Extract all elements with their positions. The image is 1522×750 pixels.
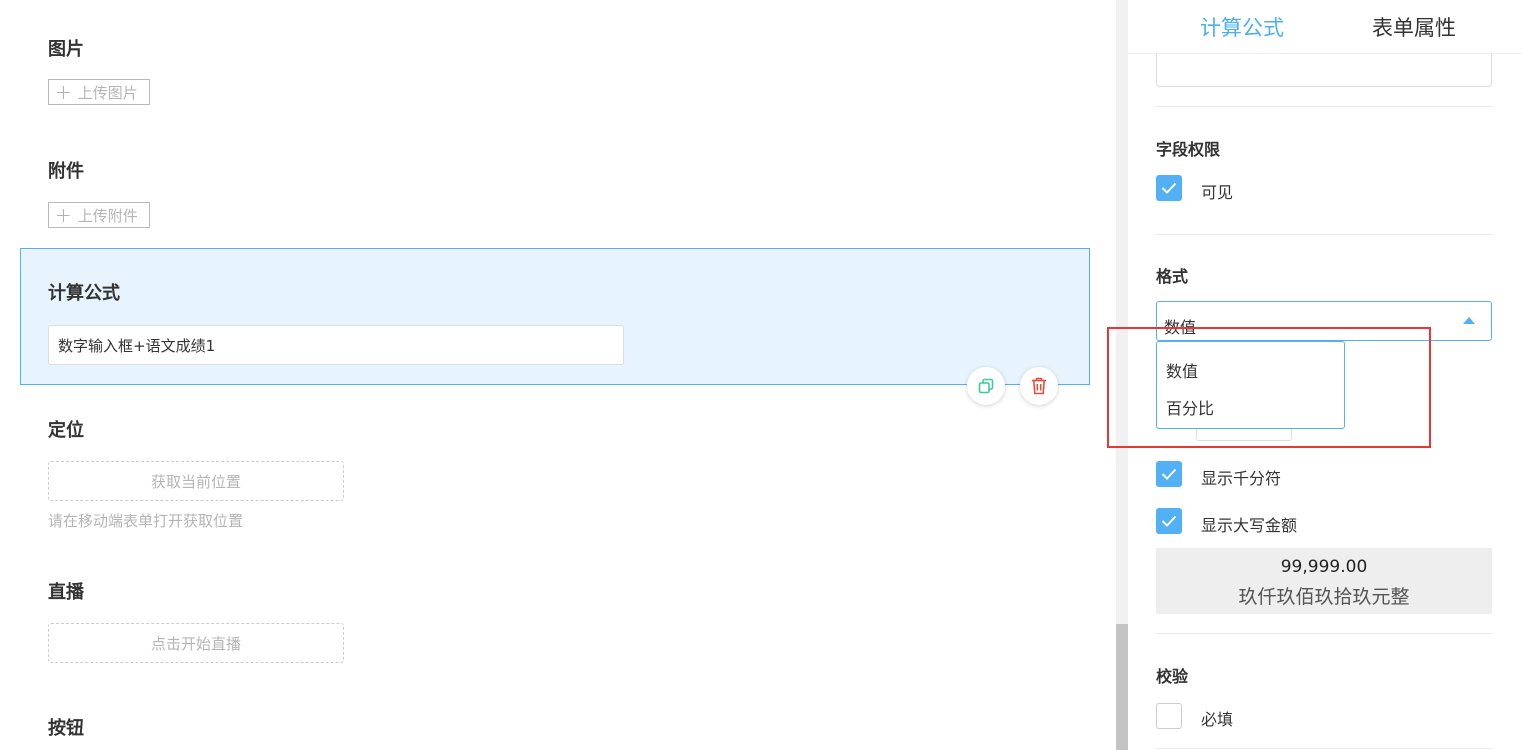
field-label-live: 直播	[48, 582, 84, 603]
divider	[1156, 633, 1492, 634]
caret-up-icon[interactable]	[1463, 317, 1475, 324]
canvas-scrollbar-thumb[interactable]	[1116, 624, 1128, 750]
location-hint: 请在移动端表单打开获取位置	[48, 512, 244, 530]
formula-input[interactable]: 数字输入框+语文成绩1	[48, 325, 624, 365]
copy-field-button[interactable]	[967, 367, 1005, 405]
plus-icon: +	[55, 203, 72, 227]
tab-formula[interactable]: 计算公式	[1200, 12, 1284, 42]
visible-label: 可见	[1201, 183, 1234, 202]
check-icon	[1161, 515, 1177, 527]
property-text-input[interactable]	[1156, 54, 1492, 87]
tab-form-properties[interactable]: 表单属性	[1372, 12, 1456, 42]
field-label-formula: 计算公式	[48, 283, 120, 304]
uppercase-checkbox[interactable]	[1156, 508, 1182, 534]
check-icon	[1161, 182, 1177, 194]
format-title: 格式	[1156, 267, 1189, 286]
field-label-image: 图片	[48, 39, 84, 60]
get-location-button[interactable]: 获取当前位置	[48, 461, 344, 501]
required-checkbox[interactable]	[1156, 703, 1182, 729]
upload-image-label: 上传图片	[77, 83, 138, 102]
permissions-title: 字段权限	[1156, 140, 1221, 159]
plus-icon: +	[55, 80, 72, 104]
thousands-checkbox[interactable]	[1156, 461, 1182, 487]
copy-icon	[978, 378, 994, 394]
preview-uppercase: 玖仟玖佰玖拾玖元整	[1238, 586, 1410, 608]
visible-checkbox[interactable]	[1156, 175, 1182, 201]
required-label: 必填	[1201, 710, 1234, 729]
divider	[1156, 106, 1492, 107]
upload-image-button[interactable]: + 上传图片	[48, 79, 150, 105]
field-label-location: 定位	[48, 420, 84, 441]
panel-tabs: 计算公式 表单属性	[1128, 0, 1522, 54]
format-preview: 99,999.00 玖仟玖佰玖拾玖元整	[1156, 548, 1492, 614]
thousands-label: 显示千分符	[1201, 469, 1282, 488]
trash-icon	[1032, 377, 1046, 395]
field-label-attachment: 附件	[48, 161, 84, 182]
preview-number: 99,999.00	[1280, 557, 1368, 577]
start-live-button[interactable]: 点击开始直播	[48, 623, 344, 663]
validation-title: 校验	[1156, 667, 1189, 686]
delete-field-button[interactable]	[1020, 367, 1058, 405]
check-icon	[1161, 468, 1177, 480]
divider	[1156, 748, 1492, 749]
field-label-button: 按钮	[48, 718, 84, 739]
upload-attachment-button[interactable]: + 上传附件	[48, 202, 150, 228]
highlight-box	[1107, 327, 1431, 448]
upload-attachment-label: 上传附件	[77, 206, 138, 225]
uppercase-label: 显示大写金额	[1201, 516, 1298, 535]
divider	[1156, 234, 1492, 235]
